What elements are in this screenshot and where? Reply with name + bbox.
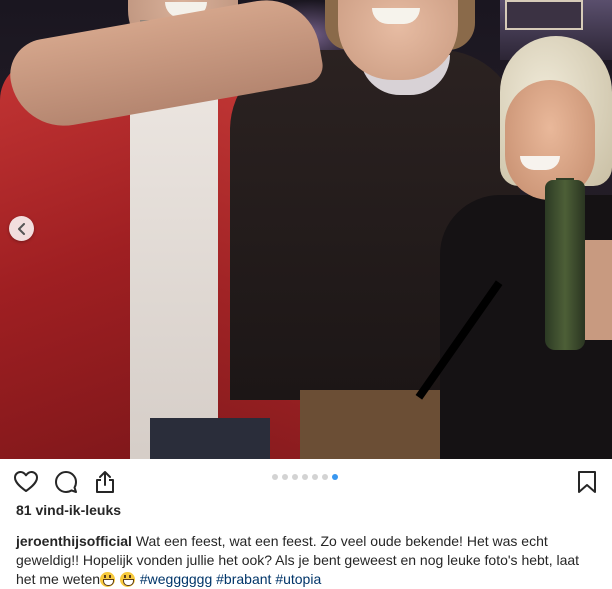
carousel-dot: [312, 474, 318, 480]
grinning-face-emoji: [100, 572, 116, 587]
hashtag-link[interactable]: #utopia: [275, 571, 321, 587]
like-count[interactable]: 81 vind-ik-leuks: [16, 502, 121, 518]
heart-icon[interactable]: [13, 469, 39, 495]
carousel-indicator: [272, 474, 338, 480]
grinning-face-emoji: [119, 572, 135, 587]
carousel-dot: [322, 474, 328, 480]
background-sign: [505, 0, 583, 30]
post-caption: jeroenthijsofficial Wat een feest, wat e…: [16, 532, 598, 589]
brown-pants: [300, 390, 460, 459]
carousel-prev-button[interactable]: [9, 216, 34, 241]
chevron-left-icon: [17, 222, 25, 235]
comment-icon[interactable]: [53, 469, 79, 495]
bookmark-icon[interactable]: [574, 469, 600, 495]
hashtag-link[interactable]: #brabant: [216, 571, 271, 587]
carousel-dot: [292, 474, 298, 480]
post-photo[interactable]: 無敵: [0, 0, 612, 459]
share-icon[interactable]: [92, 469, 118, 495]
carousel-dot: [332, 474, 338, 480]
belt: [150, 418, 270, 459]
carousel-dot: [282, 474, 288, 480]
caption-username[interactable]: jeroenthijsofficial: [16, 533, 132, 549]
beer-bottle: [545, 180, 585, 350]
action-bar: [0, 459, 612, 504]
carousel-dot: [302, 474, 308, 480]
carousel-dot: [272, 474, 278, 480]
hashtag-link[interactable]: #wegggggg: [140, 571, 212, 587]
